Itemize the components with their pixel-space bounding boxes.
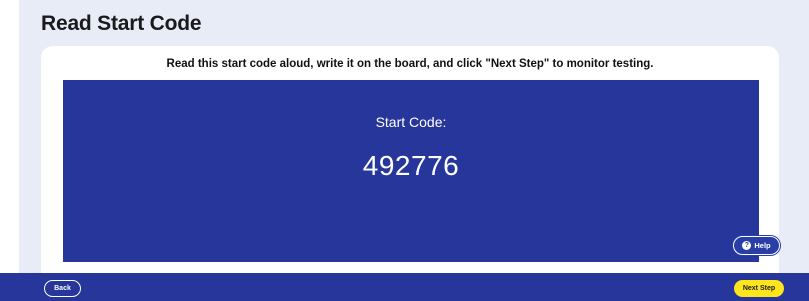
instruction-text: Read this start code aloud, write it on … — [166, 58, 654, 70]
help-button-label: Help — [754, 241, 771, 250]
start-code-panel: Start Code: 492776 — [63, 80, 759, 262]
back-button[interactable]: Back — [44, 280, 81, 297]
next-step-button[interactable]: Next Step — [734, 280, 784, 297]
help-button[interactable]: ? Help — [733, 236, 780, 255]
page-title: Read Start Code — [41, 12, 202, 35]
footer-bar: Back Next Step — [0, 273, 809, 301]
start-code-label: Start Code: — [375, 114, 447, 130]
left-edge-strip — [0, 0, 19, 273]
content-card: Read this start code aloud, write it on … — [41, 46, 779, 273]
question-circle-icon: ? — [742, 241, 752, 250]
start-code-value: 492776 — [362, 150, 460, 181]
